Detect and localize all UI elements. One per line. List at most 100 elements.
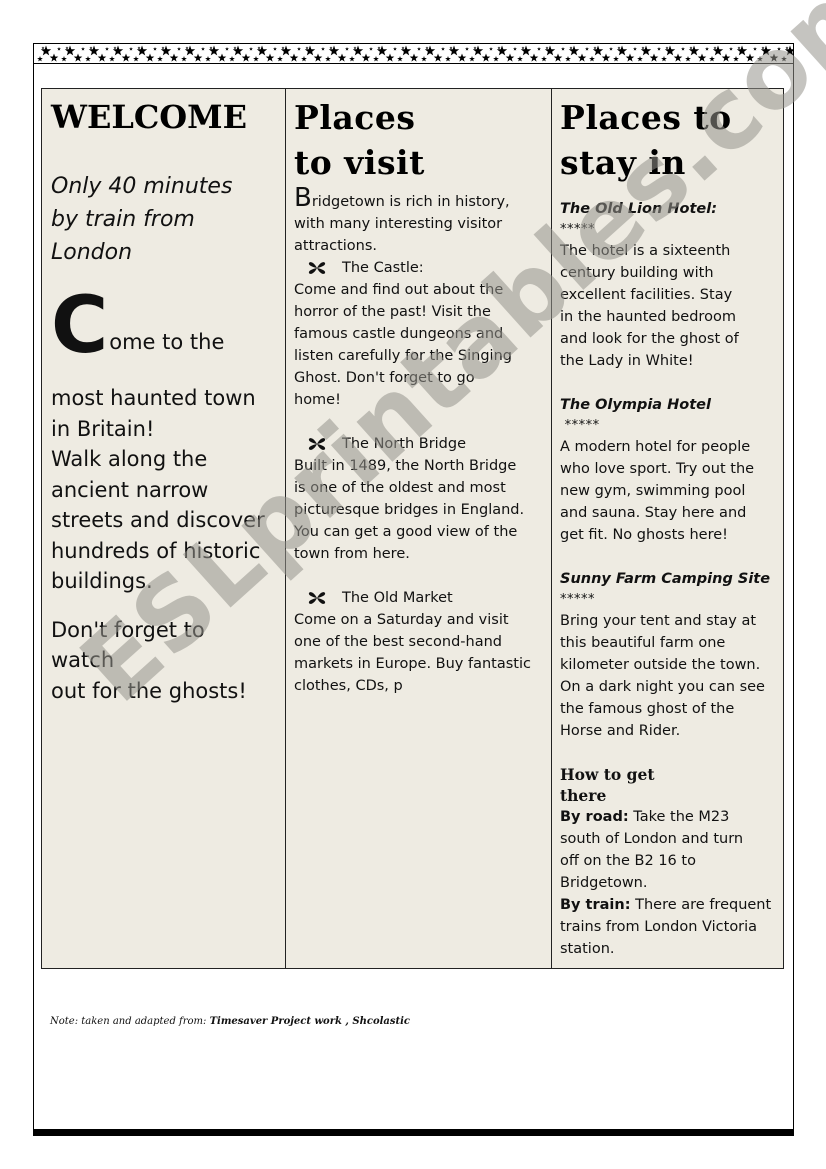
heading-line: How to get: [560, 765, 655, 784]
star-icon: [681, 47, 685, 51]
star-icon: [301, 56, 307, 62]
brochure-table: WELCOME Only 40 minutes by train from Lo…: [41, 88, 784, 969]
place-line: one of the best second-hand: [294, 634, 502, 650]
star-icon: [529, 53, 539, 62]
place-title: The Castle:: [294, 257, 551, 279]
star-icon: [232, 45, 244, 56]
star-icon: [785, 46, 789, 50]
star-icon: [757, 56, 763, 62]
heading-line: stay in: [560, 143, 686, 182]
place-line: Come on a Saturday and visit: [294, 612, 509, 628]
hotel-line: this beautiful farm one: [560, 635, 726, 651]
place-line: home!: [294, 392, 341, 408]
hotel-line: excellent facilities. Stay: [560, 287, 733, 303]
star-icon: [97, 53, 107, 62]
star-icon: [41, 46, 45, 50]
star-icon: [633, 47, 637, 51]
hotel-line: Horse and Rider.: [560, 723, 681, 739]
star-icon: [112, 45, 124, 56]
star-icon: [121, 53, 131, 62]
intro-line: London: [51, 240, 133, 265]
star-icon: [649, 53, 659, 62]
place-item: The Castle: Come and find out about the …: [294, 257, 551, 411]
star-icon: [569, 46, 573, 50]
star-icon: [745, 53, 755, 62]
star-icon: [129, 47, 133, 51]
places-to-visit-column: Places to visit Bridgetown is rich in hi…: [286, 89, 552, 968]
hotel-line: in the haunted bedroom: [560, 309, 736, 325]
star-icon: [457, 53, 467, 62]
star-icon: [304, 45, 316, 56]
star-icon: [37, 56, 43, 62]
star-icon: [641, 46, 645, 50]
star-icon: [473, 46, 477, 50]
source-note: Note: taken and adapted from: Timesaver …: [50, 1016, 410, 1027]
place-title: The North Bridge: [294, 433, 551, 455]
star-icon: [441, 47, 445, 51]
star-icon: [585, 47, 589, 51]
places-to-stay-column: Places to stay in The Old Lion Hotel: **…: [552, 89, 783, 968]
direction-line: south of London and turn: [560, 831, 744, 847]
star-icon: [85, 56, 91, 62]
star-icon: [257, 46, 261, 50]
intro-line: Only 40 minutes: [51, 174, 233, 199]
intro-line: attractions.: [294, 238, 378, 254]
star-icon: [568, 45, 580, 56]
star-icon: [181, 56, 187, 62]
place-line: Come and find out about the: [294, 282, 504, 298]
body-line: in Britain!: [51, 416, 155, 441]
star-icon: [497, 46, 501, 50]
hotel-line: and look for the ghost of: [560, 331, 739, 347]
star-border-band: [33, 43, 794, 64]
star-icon: [377, 46, 381, 50]
star-icon: [472, 45, 484, 56]
hotel-item: The Old Lion Hotel: ***** The hotel is a…: [560, 198, 783, 372]
body-line: most haunted town: [51, 386, 256, 410]
star-icon: [349, 56, 355, 62]
star-icon: [664, 45, 676, 56]
star-icon: [520, 45, 532, 56]
star-icon: [133, 56, 139, 62]
star-icon: [160, 45, 172, 56]
star-icon: [49, 53, 59, 62]
hotel-line: On a dark night you can see: [560, 679, 765, 695]
star-icon: [689, 46, 693, 50]
body-line: buildings.: [51, 569, 153, 593]
star-icon: [433, 53, 443, 62]
direction-line: station.: [560, 941, 615, 957]
star-icon: [553, 53, 563, 62]
star-icon: [721, 53, 731, 62]
hotel-line: and sauna. Stay here and: [560, 505, 747, 521]
star-icon: [65, 46, 69, 50]
star-icon: [61, 56, 67, 62]
hotel-line: kilometer outside the town.: [560, 657, 761, 673]
hotel-line: century building with: [560, 265, 714, 281]
star-icon: [625, 53, 635, 62]
star-icon: [169, 53, 179, 62]
star-icon: [137, 46, 141, 50]
place-item: The North Bridge Built in 1489, the Nort…: [294, 433, 551, 565]
star-icon: [185, 46, 189, 50]
star-icon: [673, 53, 683, 62]
place-name: The North Bridge: [342, 436, 467, 452]
star-icon: [505, 53, 515, 62]
bottom-border-bar: [33, 1129, 794, 1136]
star-icon: [561, 47, 565, 51]
stay-heading: Places to stay in: [560, 95, 783, 185]
star-icon: [145, 53, 155, 62]
star-icon: [281, 46, 285, 50]
star-icon: [280, 45, 292, 56]
note-source: Timesaver Project work , Shcolastic: [209, 1016, 411, 1027]
star-icon: [469, 56, 475, 62]
star-icon: [493, 56, 499, 62]
place-line: is one of the oldest and most: [294, 480, 506, 496]
star-icon: [616, 45, 628, 56]
star-icon: [637, 56, 643, 62]
star-icon: [233, 46, 237, 50]
star-icon: [369, 47, 373, 51]
body-line: Walk along the: [51, 447, 208, 471]
by-train-label: By train:: [560, 897, 631, 913]
star-icon: [241, 53, 251, 62]
intro-rest: ridgetown is rich in history,: [311, 194, 510, 210]
star-icon: [617, 46, 621, 50]
